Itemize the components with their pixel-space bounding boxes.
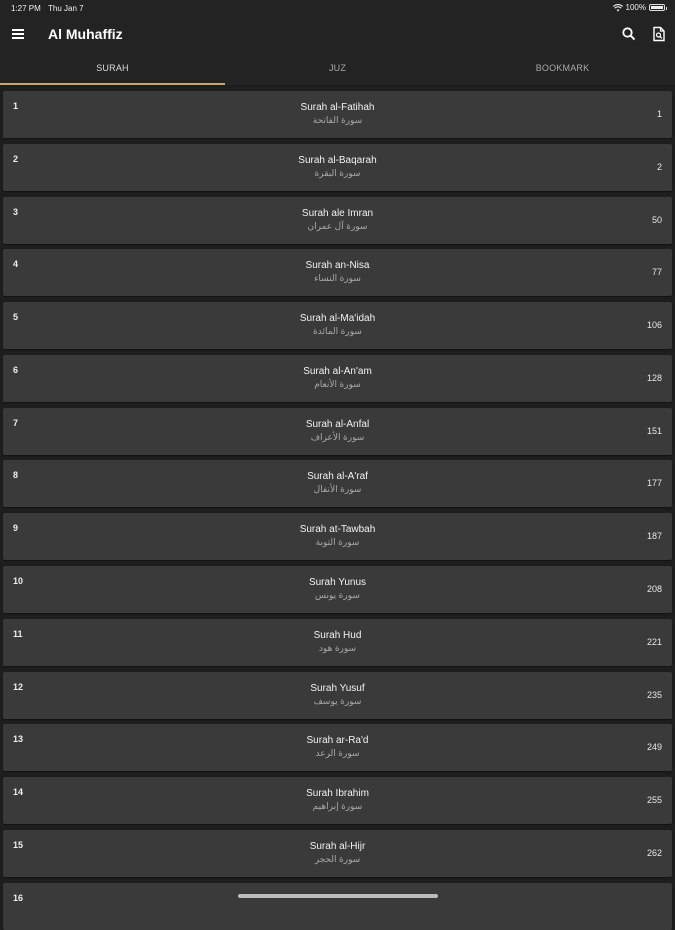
surah-name: Surah Yusuf bbox=[310, 683, 365, 694]
surah-name: Surah al-Ma'idah bbox=[299, 313, 376, 324]
status-bar: 1:27 PM Thu Jan 7 100% bbox=[0, 0, 675, 16]
search-icon bbox=[622, 27, 636, 41]
surah-name: Surah al-A'raf bbox=[307, 471, 368, 482]
list-item[interactable]: 6 Surah al-An'am سورة الأنعام 128 bbox=[3, 355, 672, 402]
list-item[interactable]: 16 bbox=[3, 883, 672, 930]
surah-name: Surah ar-Ra'd bbox=[306, 735, 369, 746]
menu-icon bbox=[12, 29, 24, 31]
surah-page: 235 bbox=[646, 690, 662, 700]
surah-page: 262 bbox=[646, 848, 662, 858]
wifi-icon bbox=[612, 3, 623, 11]
home-indicator[interactable] bbox=[238, 894, 438, 898]
list-item[interactable]: 15 Surah al-Hijr سورة الحجر 262 bbox=[3, 830, 672, 877]
list-item[interactable]: 1 Surah al-Fatihah سورة الفاتحة 1 bbox=[3, 91, 672, 138]
surah-page: 2 bbox=[656, 162, 662, 172]
list-item[interactable]: 5 Surah al-Ma'idah سورة المائدة 106 bbox=[3, 302, 672, 349]
list-item[interactable]: 8 Surah al-A'raf سورة الأنفال 177 bbox=[3, 460, 672, 507]
surah-page: 106 bbox=[646, 320, 662, 330]
surah-name: Surah al-Baqarah bbox=[298, 155, 377, 166]
surah-name: Surah ale Imran bbox=[301, 208, 374, 219]
surah-name: Surah at-Tawbah bbox=[299, 524, 376, 535]
surah-arabic-name: سورة إبراهيم bbox=[312, 801, 363, 811]
surah-page: 177 bbox=[646, 478, 662, 488]
tab-bar: SURAH JUZ BOOKMARK bbox=[0, 53, 675, 85]
list-item[interactable]: 4 Surah an-Nisa سورة النساء 77 bbox=[3, 249, 672, 296]
surah-name: Surah al-Hijr bbox=[309, 841, 366, 852]
surah-page: 77 bbox=[651, 267, 662, 277]
tab-bookmark[interactable]: BOOKMARK bbox=[450, 53, 675, 85]
status-date: Thu Jan 7 bbox=[48, 4, 84, 13]
battery-icon bbox=[649, 4, 667, 11]
list-item[interactable]: 9 Surah at-Tawbah سورة التوبة 187 bbox=[3, 513, 672, 560]
surah-page: 255 bbox=[646, 795, 662, 805]
surah-page: 208 bbox=[646, 584, 662, 594]
surah-arabic-name: سورة الأنفال bbox=[313, 484, 362, 494]
surah-arabic-name: سورة يوسف bbox=[313, 696, 362, 706]
surah-arabic-name: سورة التوبة bbox=[315, 537, 360, 547]
surah-page: 249 bbox=[646, 742, 662, 752]
surah-arabic-name: سورة آل عمران bbox=[307, 221, 368, 231]
list-item[interactable]: 2 Surah al-Baqarah سورة البقرة 2 bbox=[3, 144, 672, 191]
document-button[interactable] bbox=[651, 26, 667, 42]
app-title: Al Muhaffiz bbox=[48, 26, 123, 42]
surah-page: 128 bbox=[646, 373, 662, 383]
list-item[interactable]: 14 Surah Ibrahim سورة إبراهيم 255 bbox=[3, 777, 672, 824]
surah-arabic-name: سورة البقرة bbox=[314, 168, 361, 178]
surah-arabic-name: سورة الحجر bbox=[314, 854, 361, 864]
surah-name: Surah al-Fatihah bbox=[300, 102, 375, 113]
app-bar: Al Muhaffiz bbox=[0, 16, 675, 53]
surah-arabic-name: سورة يونس bbox=[315, 590, 360, 600]
list-item[interactable]: 3 Surah ale Imran سورة آل عمران 50 bbox=[3, 197, 672, 244]
surah-arabic-name: سورة المائدة bbox=[313, 326, 362, 336]
surah-name: Surah Hud bbox=[313, 630, 362, 641]
surah-arabic-name: سورة النساء bbox=[314, 273, 361, 283]
surah-page: 1 bbox=[656, 109, 662, 119]
surah-arabic-name: سورة الرعد bbox=[315, 748, 360, 758]
surah-page: 187 bbox=[646, 531, 662, 541]
status-right: 100% bbox=[612, 3, 667, 12]
document-search-icon bbox=[653, 26, 665, 42]
surah-name: Surah Ibrahim bbox=[306, 788, 369, 799]
list-item[interactable]: 10 Surah Yunus سورة يونس 208 bbox=[3, 566, 672, 613]
list-item[interactable]: 7 Surah al-Anfal سورة الأعراف 151 bbox=[3, 408, 672, 455]
surah-name: Surah al-An'am bbox=[303, 366, 372, 377]
search-button[interactable] bbox=[621, 26, 637, 42]
tab-surah[interactable]: SURAH bbox=[0, 53, 225, 85]
status-time: 1:27 PM bbox=[11, 4, 41, 13]
battery-percent: 100% bbox=[625, 3, 646, 12]
surah-arabic-name: سورة الفاتحة bbox=[312, 115, 363, 125]
surah-name: Surah al-Anfal bbox=[305, 419, 370, 430]
menu-button[interactable] bbox=[10, 27, 26, 41]
surah-page: 50 bbox=[651, 215, 662, 225]
surah-page: 151 bbox=[646, 426, 662, 436]
list-item[interactable]: 13 Surah ar-Ra'd سورة الرعد 249 bbox=[3, 724, 672, 771]
surah-name: Surah an-Nisa bbox=[305, 260, 370, 271]
surah-number: 16 bbox=[13, 893, 24, 903]
surah-page: 221 bbox=[646, 637, 662, 647]
list-item[interactable]: 12 Surah Yusuf سورة يوسف 235 bbox=[3, 672, 672, 719]
surah-arabic-name: سورة الأعراف bbox=[310, 432, 365, 442]
list-item[interactable]: 11 Surah Hud سورة هود 221 bbox=[3, 619, 672, 666]
surah-name: Surah Yunus bbox=[308, 577, 367, 588]
tab-juz[interactable]: JUZ bbox=[225, 53, 450, 85]
surah-arabic-name: سورة الأنعام bbox=[314, 379, 361, 389]
surah-arabic-name: سورة هود bbox=[318, 643, 357, 653]
